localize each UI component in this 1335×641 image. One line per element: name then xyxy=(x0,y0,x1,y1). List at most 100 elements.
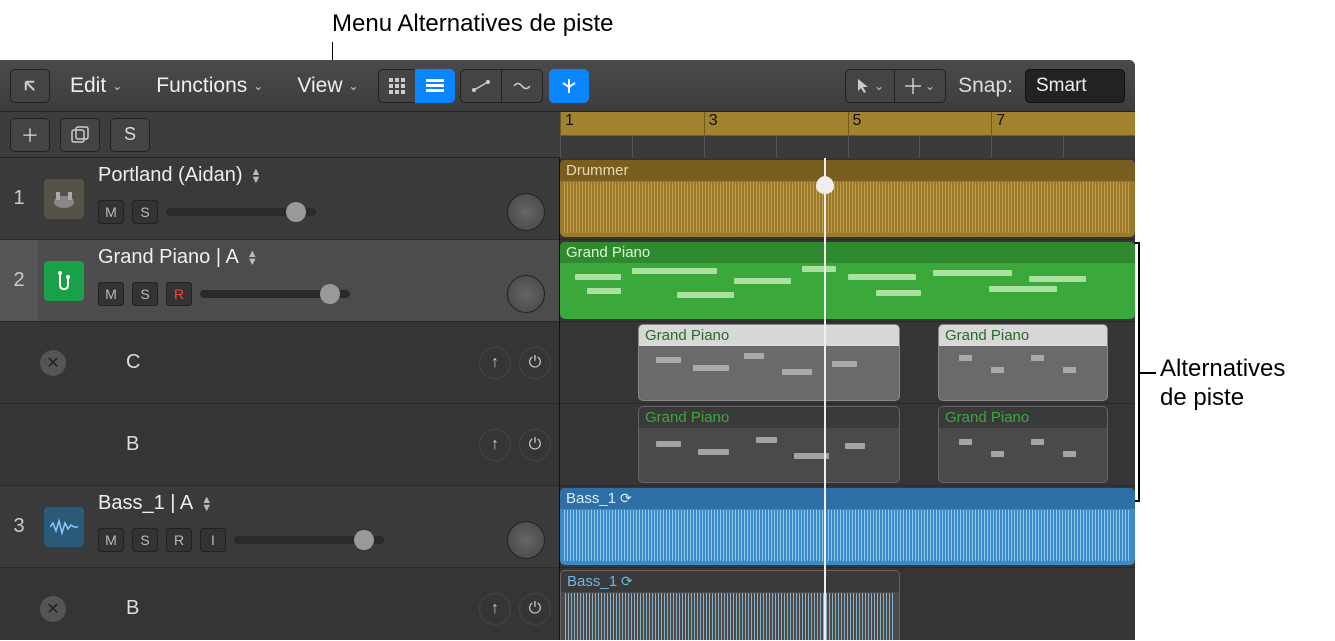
arrow-up-icon: ↑ xyxy=(491,436,499,454)
drummer-waveform xyxy=(564,182,1131,233)
activate-alternative-button[interactable]: ↑ xyxy=(479,347,511,379)
close-alternatives-button[interactable]: ✕ xyxy=(40,596,66,622)
power-alternative-button[interactable]: ⏻ xyxy=(519,347,551,379)
playhead-catch-icon xyxy=(560,77,578,95)
loop-icon: ⟳ xyxy=(620,490,632,507)
menu-label: Edit xyxy=(70,74,106,98)
callout-text: Alternatives xyxy=(1160,355,1285,382)
secondary-tool[interactable]: ⌄ xyxy=(894,69,946,103)
playhead[interactable] xyxy=(824,158,826,640)
track-alternative-row-b[interactable]: B ↑ ⏻ xyxy=(0,404,559,486)
region-drummer[interactable]: Drummer xyxy=(560,160,1135,237)
track-alternatives-menu[interactable]: Portland (Aidan) ▲▼ xyxy=(98,164,551,187)
lane-piano-main[interactable]: Grand Piano xyxy=(560,240,1135,322)
catch-playhead-button[interactable] xyxy=(549,69,589,103)
volume-slider[interactable] xyxy=(166,208,316,216)
arrow-up-icon: ↑ xyxy=(491,600,499,618)
region-alt-b-1[interactable]: Grand Piano xyxy=(638,406,900,483)
lane-bass-main[interactable]: Bass_1⟳ xyxy=(560,486,1135,568)
activate-alternative-button[interactable]: ↑ xyxy=(479,593,511,625)
volume-slider[interactable] xyxy=(234,536,384,544)
callout-bracket xyxy=(1138,372,1156,374)
back-up-button[interactable] xyxy=(10,69,50,103)
snap-select[interactable]: Smart xyxy=(1025,69,1125,103)
automation-icon xyxy=(471,79,491,93)
track-icon-slot xyxy=(38,486,90,567)
pan-knob[interactable] xyxy=(507,521,545,559)
track-headers: 1 Portland (Aidan) ▲▼ M S xyxy=(0,158,560,640)
power-alternative-button[interactable]: ⏻ xyxy=(519,429,551,461)
close-alternatives-button[interactable]: ✕ xyxy=(40,350,66,376)
lane-piano-alt-c[interactable]: Grand Piano Grand Piano xyxy=(560,322,1135,404)
volume-slider[interactable] xyxy=(200,290,350,298)
global-solo-button[interactable]: S xyxy=(110,118,150,152)
region-alt-c-2[interactable]: Grand Piano xyxy=(938,324,1108,401)
track-alternative-row-c[interactable]: ✕ C ↑ ⏻ xyxy=(0,322,559,404)
grid-view-button[interactable] xyxy=(378,69,416,103)
lane-bass-alt-b[interactable]: Bass_1⟳ xyxy=(560,568,1135,640)
edit-menu[interactable]: Edit ⌄ xyxy=(56,69,136,103)
chevron-down-icon: ⌄ xyxy=(253,79,263,93)
view-menu[interactable]: View⌄ xyxy=(283,69,372,103)
solo-button[interactable]: S xyxy=(132,200,158,224)
mute-button[interactable]: M xyxy=(98,282,124,306)
midi-notes xyxy=(943,429,1103,478)
add-track-button[interactable]: ＋ xyxy=(10,118,50,152)
list-icon xyxy=(426,79,444,93)
automation-curve-button[interactable] xyxy=(460,69,502,103)
automation-group xyxy=(461,69,543,103)
chevron-down-icon: ⌄ xyxy=(112,79,122,93)
record-enable-button[interactable]: R xyxy=(166,282,192,306)
crosshair-icon xyxy=(905,78,921,94)
lane-drummer[interactable]: Drummer xyxy=(560,158,1135,240)
track-number: 2 xyxy=(0,240,38,321)
power-icon: ⏻ xyxy=(529,436,542,454)
functions-menu[interactable]: Functions⌄ xyxy=(142,69,277,103)
activate-alternative-button[interactable]: ↑ xyxy=(479,429,511,461)
chevron-down-icon: ⌄ xyxy=(925,79,935,93)
pointer-tool[interactable]: ⌄ xyxy=(845,69,895,103)
track-header-1[interactable]: 1 Portland (Aidan) ▲▼ M S xyxy=(0,158,559,240)
pan-knob[interactable] xyxy=(507,275,545,313)
solo-button[interactable]: S xyxy=(132,528,158,552)
midi-notes xyxy=(564,264,1131,315)
view-mode-group xyxy=(379,69,455,103)
track-number: 1 xyxy=(0,158,38,239)
track-header-3[interactable]: 3 Bass_1 | A ▲▼ M S R I xyxy=(0,486,559,568)
pan-knob[interactable] xyxy=(507,193,545,231)
region-title: Bass_1⟳ xyxy=(560,488,1135,509)
region-title: Grand Piano xyxy=(939,407,1107,428)
software-instrument-icon xyxy=(44,261,84,301)
bar-marker: 5 xyxy=(848,112,992,135)
callout-top: Menu Alternatives de piste xyxy=(332,10,614,39)
region-bass-alt[interactable]: Bass_1⟳ xyxy=(560,570,900,640)
list-view-button[interactable] xyxy=(415,69,455,103)
input-monitor-button[interactable]: I xyxy=(200,528,226,552)
solo-button[interactable]: S xyxy=(132,282,158,306)
arrange-area[interactable]: Drummer Grand Piano Grand Piano xyxy=(560,158,1135,640)
track-alternative-row-bass-b[interactable]: ✕ B ↑ ⏻ xyxy=(0,568,559,640)
flex-button[interactable] xyxy=(501,69,543,103)
record-enable-button[interactable]: R xyxy=(166,528,192,552)
region-alt-c-1[interactable]: Grand Piano xyxy=(638,324,900,401)
power-alternative-button[interactable]: ⏻ xyxy=(519,593,551,625)
track-name: Grand Piano | A xyxy=(98,246,239,269)
region-title: Grand Piano xyxy=(560,242,1135,263)
snap-label: Snap: xyxy=(958,74,1013,98)
track-header-2[interactable]: 2 Grand Piano | A ▲▼ M S R xyxy=(0,240,559,322)
callout-right: Alternatives de piste xyxy=(1160,355,1285,413)
duplicate-track-button[interactable] xyxy=(60,118,100,152)
bar-marker: 7 xyxy=(991,112,1135,135)
mute-button[interactable]: M xyxy=(98,528,124,552)
region-alt-b-2[interactable]: Grand Piano xyxy=(938,406,1108,483)
ruler[interactable]: 1 3 5 7 xyxy=(560,112,1135,158)
region-grand-piano[interactable]: Grand Piano xyxy=(560,242,1135,319)
mute-button[interactable]: M xyxy=(98,200,124,224)
updown-icon: ▲▼ xyxy=(201,496,212,512)
region-bass[interactable]: Bass_1⟳ xyxy=(560,488,1135,565)
track-alternatives-menu[interactable]: Bass_1 | A ▲▼ xyxy=(98,492,551,515)
bar-marker: 3 xyxy=(704,112,848,135)
main-area: 1 Portland (Aidan) ▲▼ M S xyxy=(0,158,1135,640)
lane-piano-alt-b[interactable]: Grand Piano Grand Piano xyxy=(560,404,1135,486)
track-alternatives-menu[interactable]: Grand Piano | A ▲▼ xyxy=(98,246,551,269)
